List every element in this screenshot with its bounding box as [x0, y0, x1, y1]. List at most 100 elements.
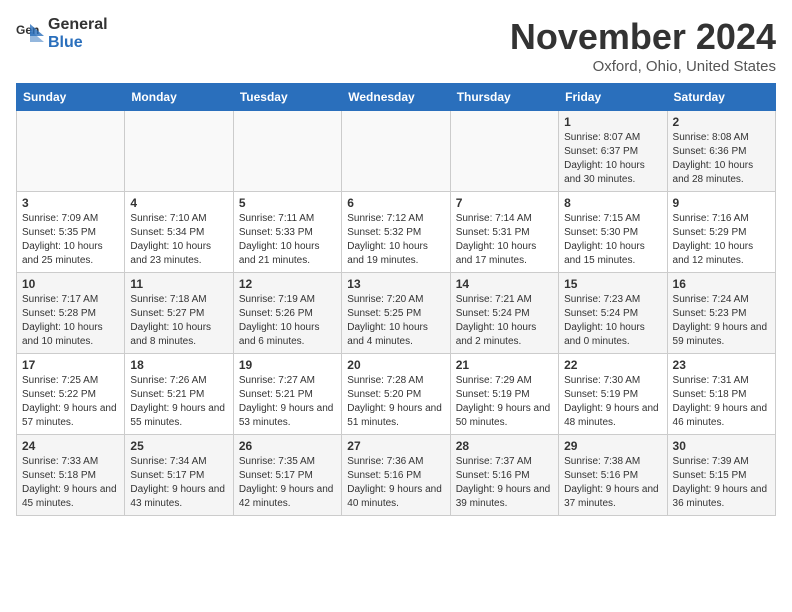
day-info: Sunrise: 7:37 AM Sunset: 5:16 PM Dayligh… [456, 455, 553, 511]
day-info: Sunrise: 8:08 AM Sunset: 6:36 PM Dayligh… [673, 131, 770, 187]
day-number: 8 [564, 196, 661, 210]
day-info: Sunrise: 7:17 AM Sunset: 5:28 PM Dayligh… [22, 293, 119, 349]
day-info: Sunrise: 7:31 AM Sunset: 5:18 PM Dayligh… [673, 374, 770, 430]
calendar-day-cell: 12 Sunrise: 7:19 AM Sunset: 5:26 PM Dayli… [233, 273, 341, 354]
calendar-day-cell: 29Sunrise: 7:38 AM Sunset: 5:16 PM Dayli… [559, 435, 667, 516]
day-number: 22 [564, 358, 661, 372]
month-title: November 2024 [510, 16, 776, 58]
day-number: 23 [673, 358, 770, 372]
day-number: 5 [239, 196, 336, 210]
calendar-week-row: 3 Sunrise: 7:09 AM Sunset: 5:35 PM Daylig… [17, 192, 776, 273]
day-number: 2 [673, 115, 770, 129]
calendar-day-cell: 19 Sunrise: 7:27 AM Sunset: 5:21 PM Dayli… [233, 354, 341, 435]
day-info: Sunrise: 7:30 AM Sunset: 5:19 PM Dayligh… [564, 374, 661, 430]
day-number: 13 [347, 277, 444, 291]
day-number: 27 [347, 439, 444, 453]
calendar-day-cell: 18Sunrise: 7:26 AM Sunset: 5:21 PM Dayli… [125, 354, 233, 435]
day-info: Sunrise: 7:09 AM Sunset: 5:35 PM Dayligh… [22, 212, 119, 268]
day-number: 14 [456, 277, 553, 291]
day-number: 21 [456, 358, 553, 372]
calendar-day-cell [17, 111, 125, 192]
calendar-day-cell: 3 Sunrise: 7:09 AM Sunset: 5:35 PM Daylig… [17, 192, 125, 273]
location-text: Oxford, Ohio, United States [510, 58, 776, 75]
day-number: 15 [564, 277, 661, 291]
calendar-day-cell: 27 Sunrise: 7:36 AM Sunset: 5:16 PM Dayli… [342, 435, 450, 516]
day-number: 24 [22, 439, 119, 453]
day-of-week-header: Sunday [17, 84, 125, 111]
day-of-week-header: Thursday [450, 84, 558, 111]
day-of-week-header: Monday [125, 84, 233, 111]
day-info: Sunrise: 7:38 AM Sunset: 5:16 PM Dayligh… [564, 455, 661, 511]
day-number: 3 [22, 196, 119, 210]
day-info: Sunrise: 7:15 AM Sunset: 5:30 PM Dayligh… [564, 212, 661, 268]
calendar-day-cell [233, 111, 341, 192]
day-info: Sunrise: 7:27 AM Sunset: 5:21 PM Dayligh… [239, 374, 336, 430]
day-info: Sunrise: 7:35 AM Sunset: 5:17 PM Dayligh… [239, 455, 336, 511]
day-number: 9 [673, 196, 770, 210]
calendar-day-cell: 28 Sunrise: 7:37 AM Sunset: 5:16 PM Dayli… [450, 435, 558, 516]
calendar-week-row: 17 Sunrise: 7:25 AM Sunset: 5:22 PM Dayli… [17, 354, 776, 435]
calendar-week-row: 24 Sunrise: 7:33 AM Sunset: 5:18 PM Dayli… [17, 435, 776, 516]
calendar-day-cell [342, 111, 450, 192]
calendar-day-cell: 25 Sunrise: 7:34 AM Sunset: 5:17 PM Dayli… [125, 435, 233, 516]
calendar-day-cell: 5 Sunrise: 7:11 AM Sunset: 5:33 PM Daylig… [233, 192, 341, 273]
calendar-day-cell: 9Sunrise: 7:16 AM Sunset: 5:29 PM Daylig… [667, 192, 775, 273]
calendar-day-cell: 2 Sunrise: 8:08 AM Sunset: 6:36 PM Daylig… [667, 111, 775, 192]
day-of-week-header: Wednesday [342, 84, 450, 111]
calendar-day-cell: 26 Sunrise: 7:35 AM Sunset: 5:17 PM Dayli… [233, 435, 341, 516]
calendar-day-cell [125, 111, 233, 192]
calendar-day-cell: 23 Sunrise: 7:31 AM Sunset: 5:18 PM Dayli… [667, 354, 775, 435]
day-number: 20 [347, 358, 444, 372]
day-info: Sunrise: 7:10 AM Sunset: 5:34 PM Dayligh… [130, 212, 227, 268]
day-number: 7 [456, 196, 553, 210]
day-info: Sunrise: 8:07 AM Sunset: 6:37 PM Dayligh… [564, 131, 661, 187]
day-info: Sunrise: 7:36 AM Sunset: 5:16 PM Dayligh… [347, 455, 444, 511]
day-number: 12 [239, 277, 336, 291]
day-of-week-header: Saturday [667, 84, 775, 111]
logo-general-text: General [48, 16, 108, 34]
calendar-day-cell: 21 Sunrise: 7:29 AM Sunset: 5:19 PM Dayli… [450, 354, 558, 435]
day-number: 6 [347, 196, 444, 210]
day-info: Sunrise: 7:39 AM Sunset: 5:15 PM Dayligh… [673, 455, 770, 511]
day-info: Sunrise: 7:34 AM Sunset: 5:17 PM Dayligh… [130, 455, 227, 511]
calendar-day-cell: 16Sunrise: 7:24 AM Sunset: 5:23 PM Dayli… [667, 273, 775, 354]
calendar-header-row: SundayMondayTuesdayWednesdayThursdayFrid… [17, 84, 776, 111]
calendar-day-cell: 30Sunrise: 7:39 AM Sunset: 5:15 PM Dayli… [667, 435, 775, 516]
day-number: 28 [456, 439, 553, 453]
day-info: Sunrise: 7:18 AM Sunset: 5:27 PM Dayligh… [130, 293, 227, 349]
calendar-body: 1Sunrise: 8:07 AM Sunset: 6:37 PM Daylig… [17, 111, 776, 516]
calendar-day-cell: 11Sunrise: 7:18 AM Sunset: 5:27 PM Dayli… [125, 273, 233, 354]
day-info: Sunrise: 7:23 AM Sunset: 5:24 PM Dayligh… [564, 293, 661, 349]
day-of-week-header: Tuesday [233, 84, 341, 111]
logo-icon: Gen [16, 22, 44, 46]
day-info: Sunrise: 7:29 AM Sunset: 5:19 PM Dayligh… [456, 374, 553, 430]
calendar-day-cell: 10 Sunrise: 7:17 AM Sunset: 5:28 PM Dayli… [17, 273, 125, 354]
calendar-day-cell: 1Sunrise: 8:07 AM Sunset: 6:37 PM Daylig… [559, 111, 667, 192]
day-number: 19 [239, 358, 336, 372]
day-number: 4 [130, 196, 227, 210]
day-number: 10 [22, 277, 119, 291]
day-info: Sunrise: 7:26 AM Sunset: 5:21 PM Dayligh… [130, 374, 227, 430]
day-info: Sunrise: 7:11 AM Sunset: 5:33 PM Dayligh… [239, 212, 336, 268]
calendar-day-cell: 14 Sunrise: 7:21 AM Sunset: 5:24 PM Dayli… [450, 273, 558, 354]
calendar-day-cell: 24 Sunrise: 7:33 AM Sunset: 5:18 PM Dayli… [17, 435, 125, 516]
calendar-day-cell: 8 Sunrise: 7:15 AM Sunset: 5:30 PM Daylig… [559, 192, 667, 273]
day-info: Sunrise: 7:25 AM Sunset: 5:22 PM Dayligh… [22, 374, 119, 430]
day-number: 17 [22, 358, 119, 372]
day-number: 25 [130, 439, 227, 453]
calendar-day-cell: 6Sunrise: 7:12 AM Sunset: 5:32 PM Daylig… [342, 192, 450, 273]
day-number: 26 [239, 439, 336, 453]
day-info: Sunrise: 7:19 AM Sunset: 5:26 PM Dayligh… [239, 293, 336, 349]
calendar-day-cell: 20Sunrise: 7:28 AM Sunset: 5:20 PM Dayli… [342, 354, 450, 435]
calendar-day-cell: 13Sunrise: 7:20 AM Sunset: 5:25 PM Dayli… [342, 273, 450, 354]
calendar-week-row: 10 Sunrise: 7:17 AM Sunset: 5:28 PM Dayli… [17, 273, 776, 354]
day-number: 16 [673, 277, 770, 291]
page-header: Gen General Blue November 2024 Oxford, O… [16, 16, 776, 75]
logo: Gen General Blue [16, 16, 108, 51]
calendar-week-row: 1Sunrise: 8:07 AM Sunset: 6:37 PM Daylig… [17, 111, 776, 192]
calendar-table: SundayMondayTuesdayWednesdayThursdayFrid… [16, 83, 776, 516]
calendar-day-cell: 17 Sunrise: 7:25 AM Sunset: 5:22 PM Dayli… [17, 354, 125, 435]
day-info: Sunrise: 7:21 AM Sunset: 5:24 PM Dayligh… [456, 293, 553, 349]
day-info: Sunrise: 7:33 AM Sunset: 5:18 PM Dayligh… [22, 455, 119, 511]
calendar-day-cell: 22 Sunrise: 7:30 AM Sunset: 5:19 PM Dayli… [559, 354, 667, 435]
